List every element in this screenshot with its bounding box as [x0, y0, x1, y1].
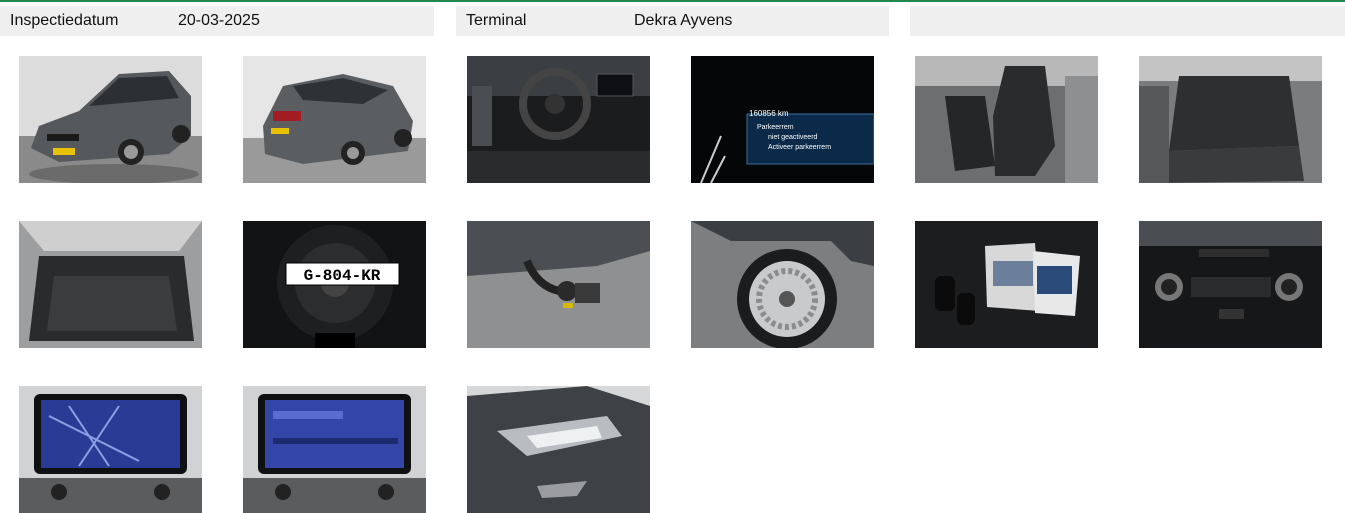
trunk-image [19, 221, 202, 348]
odometer-image: 160856 km Parkeerrem niet geactiveerd Ac… [691, 56, 874, 183]
car-rear-image [243, 56, 426, 183]
top-accent-line [0, 0, 1345, 2]
trunk-photo[interactable] [19, 221, 202, 348]
front-seats-photo[interactable] [915, 56, 1098, 183]
car-front-photo[interactable] [19, 56, 202, 183]
car-rear-photo[interactable] [243, 56, 426, 183]
dashboard-photo[interactable] [467, 56, 650, 183]
odometer-reading: 160856 km [749, 109, 789, 118]
wheel-photo[interactable] [691, 221, 874, 348]
terminal-value: Dekra Ayvens [634, 12, 733, 29]
navigation-screen-photo[interactable] [19, 386, 202, 513]
keys-manuals-photo[interactable] [915, 221, 1098, 348]
headlight-image [467, 386, 650, 513]
spare-wheel-image: G-804-KR [243, 221, 426, 348]
front-seats-image [915, 56, 1098, 183]
media-screen-image [243, 386, 426, 513]
odometer-msg-2: niet geactiveerd [768, 134, 818, 141]
header-terminal-block: Terminal Dekra Ayvens [456, 6, 889, 36]
dashboard-image [467, 56, 650, 183]
odometer-msg-3: Activeer parkeerrem [768, 144, 831, 151]
climate-control-photo[interactable] [1139, 221, 1322, 348]
spare-wheel-photo[interactable]: G-804-KR [243, 221, 426, 348]
wheel-image [691, 221, 874, 348]
navigation-screen-image [19, 386, 202, 513]
media-screen-photo[interactable] [243, 386, 426, 513]
header-inspection-block: Inspectiedatum 20-03-2025 [0, 6, 434, 36]
rear-seats-image [1139, 56, 1322, 183]
spare-wheel-plate-text: G-804-KR [304, 267, 381, 285]
climate-control-image [1139, 221, 1322, 348]
tow-hitch-image [467, 221, 650, 348]
header-empty-block [910, 6, 1345, 36]
headlight-photo[interactable] [467, 386, 650, 513]
car-front-image [19, 56, 202, 183]
keys-manuals-image [915, 221, 1098, 348]
inspection-date-value: 20-03-2025 [178, 12, 260, 29]
odometer-msg-1: Parkeerrem [757, 124, 794, 131]
terminal-label: Terminal [466, 12, 527, 29]
inspection-date-label: Inspectiedatum [10, 12, 119, 29]
odometer-photo[interactable]: 160856 km Parkeerrem niet geactiveerd Ac… [691, 56, 874, 183]
rear-seats-photo[interactable] [1139, 56, 1322, 183]
tow-hitch-photo[interactable] [467, 221, 650, 348]
